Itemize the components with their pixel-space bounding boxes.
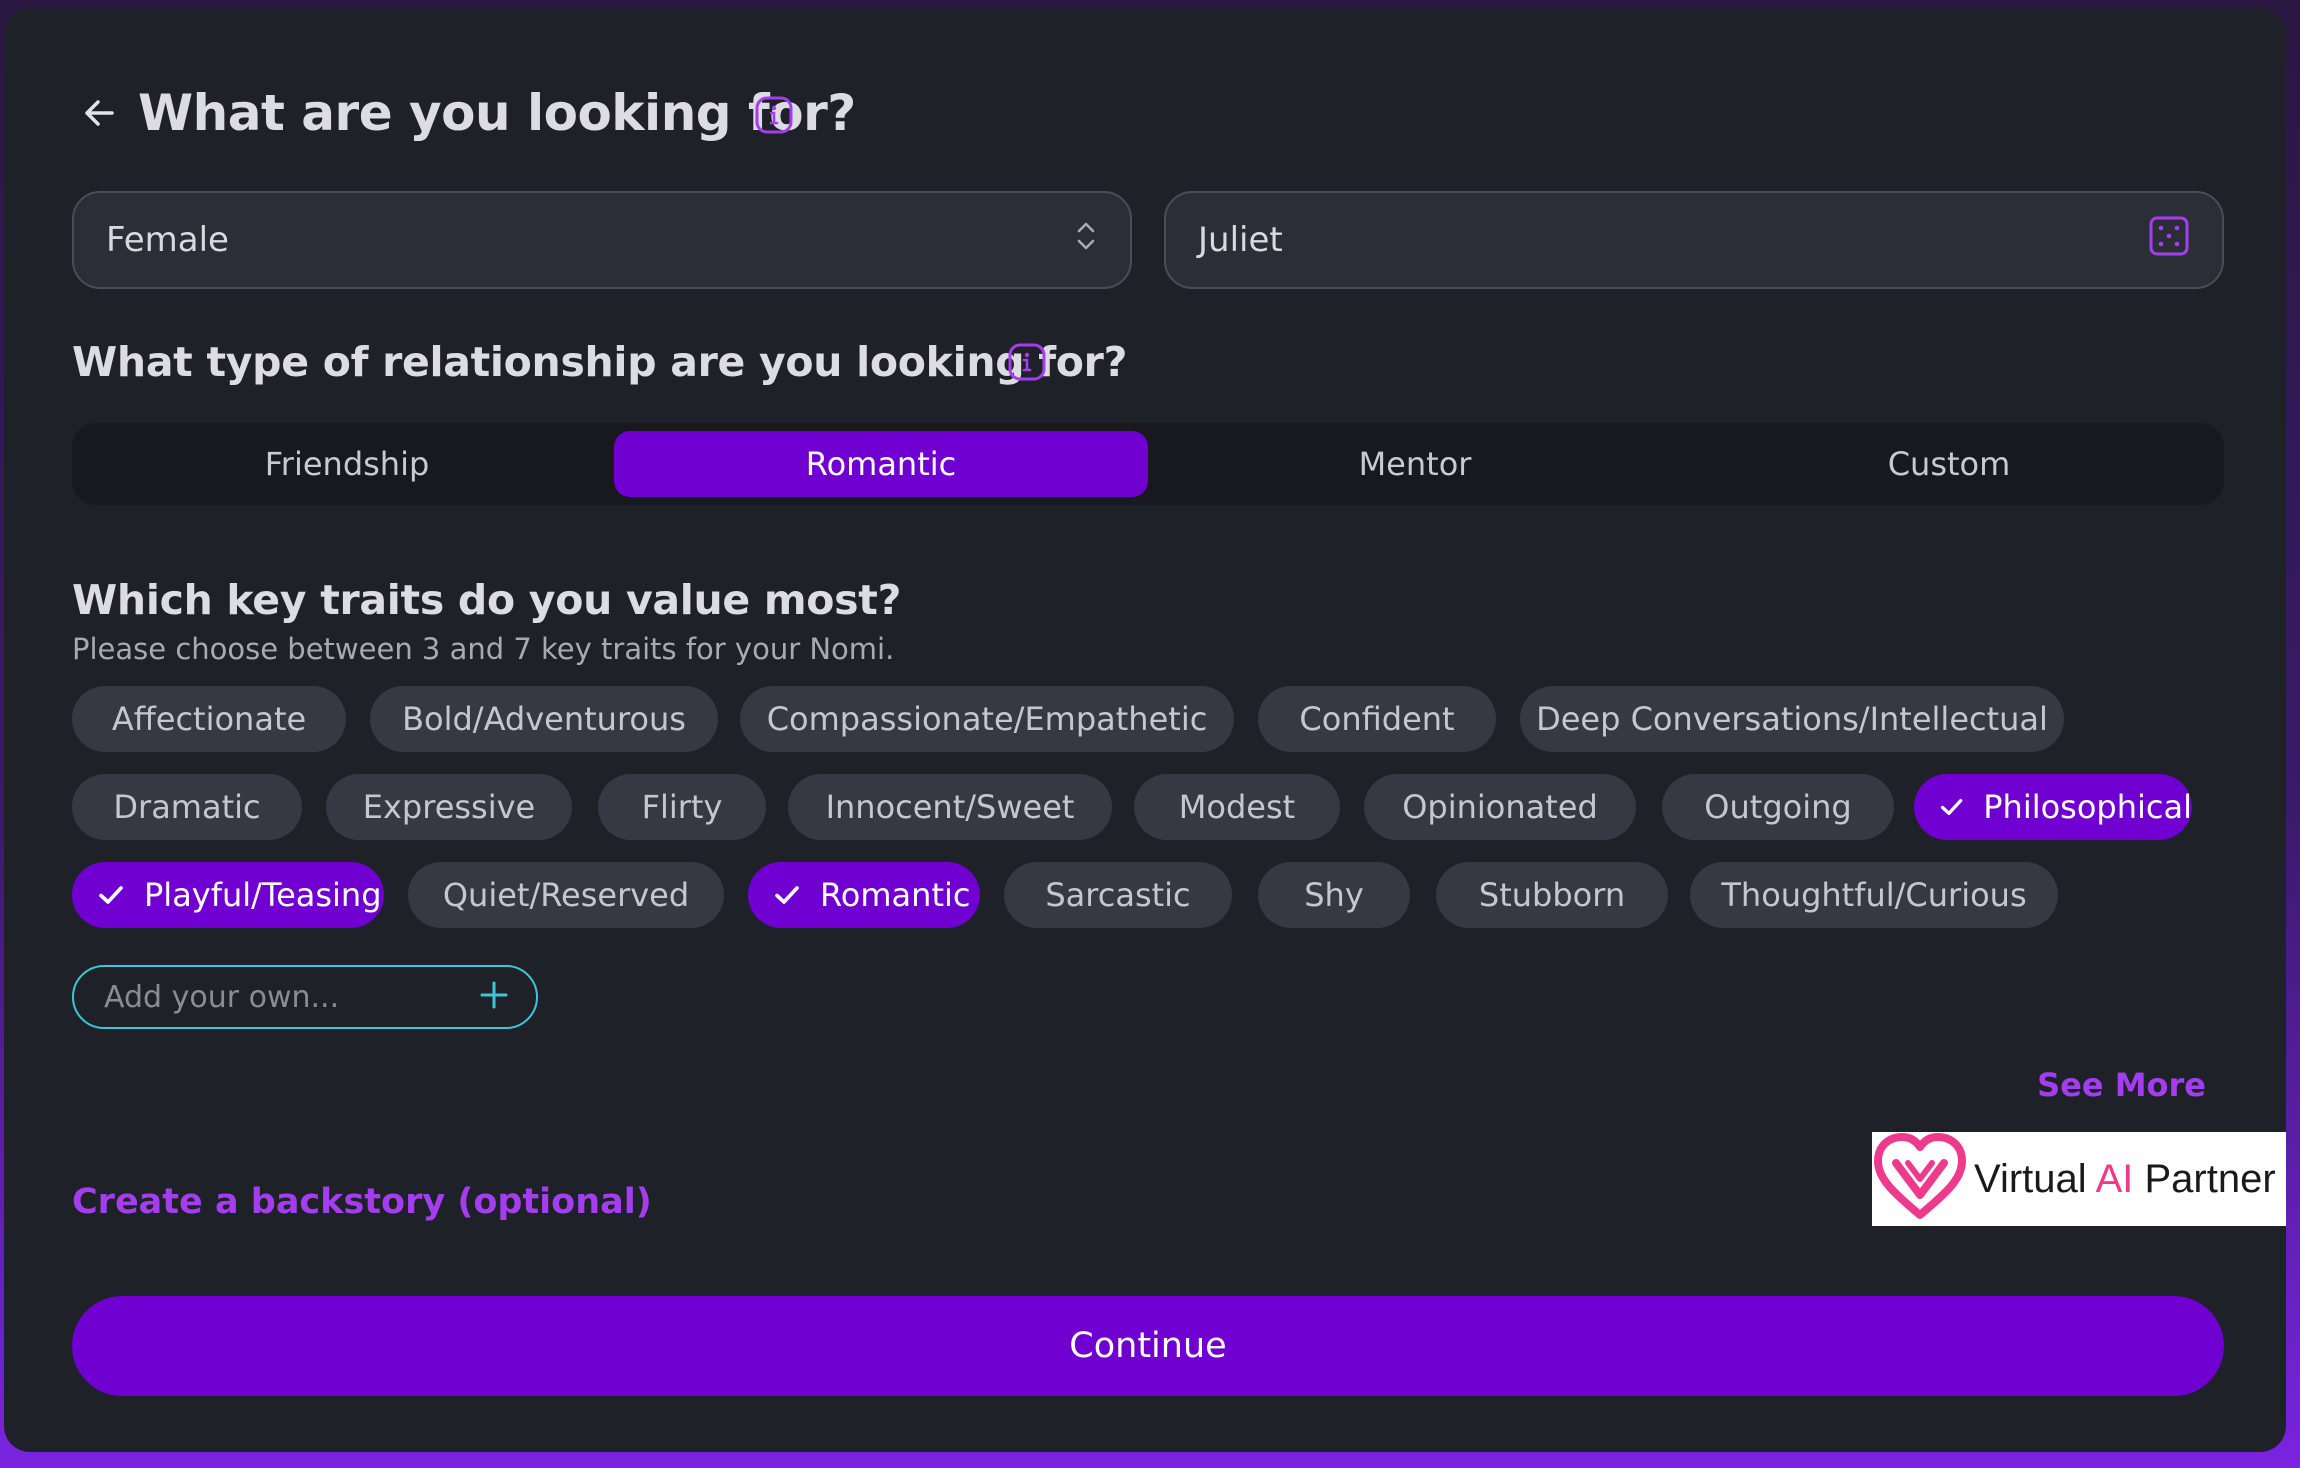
trait-chip-deep-conversations-intellectual[interactable]: Deep Conversations/Intellectual bbox=[1520, 686, 2064, 752]
trait-chip-label: Outgoing bbox=[1704, 788, 1852, 826]
trait-chip-label: Romantic bbox=[820, 876, 971, 914]
trait-chip-label: Expressive bbox=[362, 788, 536, 826]
chevron-up-down-icon bbox=[1074, 218, 1098, 263]
trait-chip-sarcastic[interactable]: Sarcastic bbox=[1004, 862, 1232, 928]
trait-chip-bold-adventurous[interactable]: Bold/Adventurous bbox=[370, 686, 718, 752]
trait-chip-label: Modest bbox=[1178, 788, 1296, 826]
trait-chip-label: Opinionated bbox=[1402, 788, 1598, 826]
tab-romantic[interactable]: Romantic bbox=[614, 431, 1148, 497]
trait-chip-label: Deep Conversations/Intellectual bbox=[1536, 700, 2048, 738]
trait-chip-stubborn[interactable]: Stubborn bbox=[1436, 862, 1668, 928]
traits-title: Which key traits do you value most? bbox=[72, 576, 902, 624]
heart-logo-icon bbox=[1874, 1133, 1966, 1225]
trait-chip-playful-teasing[interactable]: Playful/Teasing bbox=[72, 862, 384, 928]
trait-chip-label: Stubborn bbox=[1478, 876, 1626, 914]
create-backstory-link[interactable]: Create a backstory (optional) bbox=[72, 1182, 652, 1222]
check-icon bbox=[99, 886, 123, 904]
onboarding-card: What are you looking for? Female Juliet … bbox=[4, 8, 2286, 1452]
trait-chip-label: Dramatic bbox=[113, 788, 261, 826]
trait-chip-affectionate[interactable]: Affectionate bbox=[72, 686, 346, 752]
gender-select[interactable]: Female bbox=[72, 191, 1132, 289]
trait-chip-flirty[interactable]: Flirty bbox=[598, 774, 766, 840]
info-icon[interactable] bbox=[755, 96, 793, 134]
info-icon[interactable] bbox=[1008, 343, 1046, 381]
trait-chip-expressive[interactable]: Expressive bbox=[326, 774, 572, 840]
trait-chip-label: Playful/Teasing bbox=[144, 876, 382, 914]
continue-button[interactable]: Continue bbox=[72, 1296, 2224, 1396]
name-value: Juliet bbox=[1198, 220, 1283, 260]
relationship-title: What type of relationship are you lookin… bbox=[72, 338, 1128, 386]
arrow-left-icon[interactable] bbox=[78, 91, 122, 135]
check-icon bbox=[1940, 799, 1963, 815]
name-input[interactable]: Juliet bbox=[1164, 191, 2224, 289]
trait-chip-shy[interactable]: Shy bbox=[1258, 862, 1410, 928]
trait-chip-label: Thoughtful/Curious bbox=[1721, 876, 2027, 914]
relationship-segmented-control: Friendship Romantic Mentor Custom bbox=[72, 423, 2224, 505]
trait-chip-label: Innocent/Sweet bbox=[825, 788, 1075, 826]
plus-icon[interactable] bbox=[478, 979, 510, 1015]
trait-chip-label: Quiet/Reserved bbox=[442, 876, 690, 914]
trait-chip-thoughtful-curious[interactable]: Thoughtful/Curious bbox=[1690, 862, 2058, 928]
trait-chip-label: Bold/Adventurous bbox=[402, 700, 686, 738]
trait-chip-label: Confident bbox=[1299, 700, 1455, 738]
check-icon bbox=[775, 886, 799, 904]
trait-chip-innocent-sweet[interactable]: Innocent/Sweet bbox=[788, 774, 1112, 840]
trait-chip-modest[interactable]: Modest bbox=[1134, 774, 1340, 840]
trait-chip-compassionate-empathetic[interactable]: Compassionate/Empathetic bbox=[740, 686, 1234, 752]
trait-chip-dramatic[interactable]: Dramatic bbox=[72, 774, 302, 840]
gender-value: Female bbox=[106, 220, 229, 260]
add-trait-input[interactable] bbox=[104, 979, 478, 1015]
trait-chip-label: Compassionate/Empathetic bbox=[766, 700, 1208, 738]
page-title: What are you looking for? bbox=[138, 84, 856, 142]
trait-chip-label: Philosophical bbox=[1983, 788, 2192, 826]
tab-mentor[interactable]: Mentor bbox=[1148, 431, 1682, 497]
tab-friendship[interactable]: Friendship bbox=[80, 431, 614, 497]
watermark-text: Virtual AI Partner bbox=[1974, 1156, 2276, 1201]
trait-chip-philosophical[interactable]: Philosophical bbox=[1914, 774, 2192, 840]
trait-chip-label: Sarcastic bbox=[1045, 876, 1191, 914]
trait-chip-label: Affectionate bbox=[111, 700, 307, 738]
trait-chip-romantic[interactable]: Romantic bbox=[748, 862, 980, 928]
dice-icon[interactable] bbox=[2148, 215, 2190, 266]
see-more-link[interactable]: See More bbox=[2037, 1066, 2206, 1104]
trait-chip-opinionated[interactable]: Opinionated bbox=[1364, 774, 1636, 840]
tab-custom[interactable]: Custom bbox=[1682, 431, 2216, 497]
watermark-logo: Virtual AI Partner bbox=[1872, 1132, 2286, 1226]
traits-subtitle: Please choose between 3 and 7 key traits… bbox=[72, 632, 895, 666]
trait-chip-quiet-reserved[interactable]: Quiet/Reserved bbox=[408, 862, 724, 928]
trait-chip-label: Flirty bbox=[641, 788, 723, 826]
trait-chip-confident[interactable]: Confident bbox=[1258, 686, 1496, 752]
trait-chip-outgoing[interactable]: Outgoing bbox=[1662, 774, 1894, 840]
add-trait-field[interactable] bbox=[72, 965, 538, 1029]
trait-chip-label: Shy bbox=[1304, 876, 1364, 914]
